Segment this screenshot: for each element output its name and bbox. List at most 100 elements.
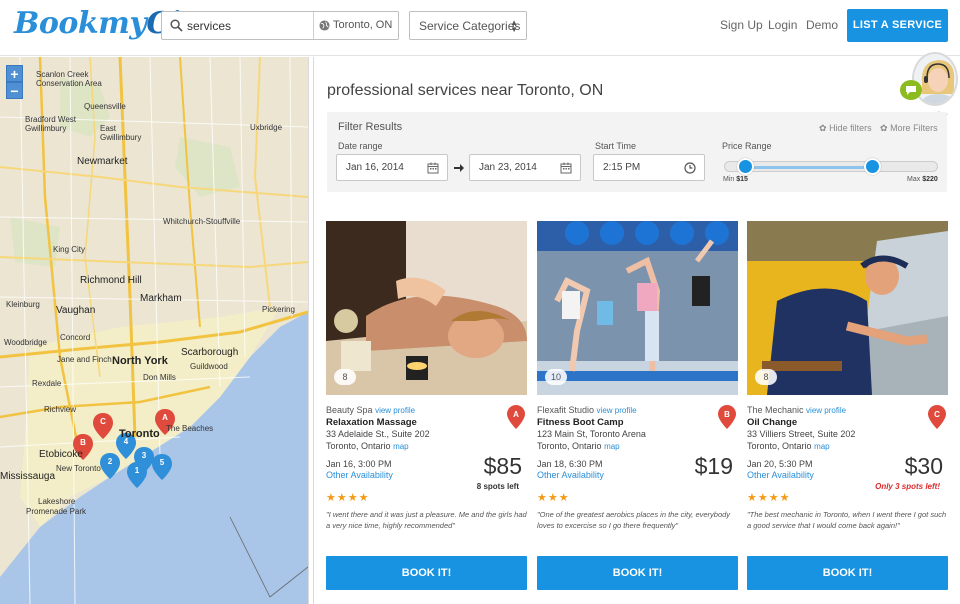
date-from-input[interactable]: Jan 16, 2014 [336,154,448,181]
rating-stars: ★★★★ [326,492,370,504]
rating-stars: ★★★★ [747,492,791,504]
service-price: $85 [483,453,522,479]
other-availability-link[interactable]: Other Availability [747,470,814,480]
date-to-input[interactable]: Jan 23, 2014 [469,154,581,181]
map-label: Don Mills [143,373,176,382]
address-city: Toronto, Ontario [747,441,812,451]
map-label: Promenade Park [26,507,87,516]
start-time-input[interactable]: 2:15 PM [593,154,705,181]
map-label: Richview [44,405,77,414]
map-pin-2[interactable]: 2 [100,453,120,479]
login-link[interactable]: Login [768,18,797,32]
other-availability-link[interactable]: Other Availability [326,470,393,480]
map-label: Richmond Hill [80,275,142,286]
sign-up-link[interactable]: Sign Up [720,18,763,32]
address-line-1: 33 Adelaide St., Suite 202 [326,429,430,439]
map-marker-letter: A [513,410,519,419]
map-label: Newmarket [77,156,128,167]
map-marker-letter: C [934,410,940,419]
price-min-handle[interactable] [737,158,754,175]
map-pin-c[interactable]: C [93,413,113,439]
start-time-value: 2:15 PM [603,162,641,173]
map-label: Scanlon Creek Conservation Area [36,70,102,88]
search-input[interactable] [187,16,307,36]
service-name[interactable]: Relaxation Massage [326,417,417,428]
other-availability-link[interactable]: Other Availability [537,470,604,480]
map-pin-1[interactable]: 1 [127,462,147,488]
map-marker-icon[interactable]: B [718,405,736,429]
view-profile-link[interactable]: view profile [806,406,846,415]
location-input[interactable]: Toronto, ON [333,19,392,31]
clock-icon [684,162,696,174]
search-divider [313,12,314,39]
more-filters-link[interactable]: ✿ More Filters [880,123,938,134]
price-max-caption: Max [907,176,921,183]
review-text: "One of the greatest aerobics places in … [537,510,731,530]
book-it-button[interactable]: BOOK IT! [537,556,738,590]
map-pin-a[interactable]: A [155,409,175,435]
map-link[interactable]: map [393,442,409,451]
start-time-label: Start Time [595,141,637,151]
map-link[interactable]: map [814,442,830,451]
address-city: Toronto, Ontario [537,441,602,451]
map-pin-5[interactable]: 5 [152,454,172,480]
list-a-service-button[interactable]: LIST A SERVICE [847,9,948,42]
address-line-2: Toronto, Ontario map [747,441,830,451]
address-line-1: 123 Main St, Toronto Arena [537,429,646,439]
service-name[interactable]: Fitness Boot Camp [537,417,624,428]
map-label: Concord [60,333,91,342]
price-range-slider[interactable] [724,161,938,172]
arrow-right-icon [454,164,464,172]
map-label: East Gwillimbury [100,124,142,142]
service-date: Jan 18, 6:30 PM [537,459,603,469]
service-photo[interactable]: 10 [537,221,738,395]
map-label: New Toronto [56,464,101,473]
view-profile-link[interactable]: view profile [375,406,415,415]
category-select[interactable]: Service Categories ▲ ▼ [409,11,527,40]
map-marker-icon[interactable]: A [507,405,525,429]
globe-icon [319,20,330,31]
provider-name: Flexafit Studio view profile [537,405,637,415]
book-it-button[interactable]: BOOK IT! [326,556,527,590]
service-photo[interactable]: 8 [747,221,948,395]
map-link[interactable]: map [604,442,620,451]
filter-title: Filter Results [338,121,403,133]
zoom-in-button[interactable]: + [6,65,23,82]
map-marker-icon[interactable]: C [928,405,946,429]
address-line-1: 33 Villiers Street, Suite 202 [747,429,856,439]
address-line-2: Toronto, Ontario map [326,441,409,451]
book-it-button[interactable]: BOOK IT! [747,556,948,590]
price-min-value: $15 [736,176,748,183]
provider-label: Beauty Spa [326,405,373,415]
service-card: 8 The Mechanic view profile Oil Change 3… [747,221,948,604]
map-panel[interactable]: + − Scanlon Creek Conservation Area Quee… [0,57,308,604]
demo-link[interactable]: Demo [806,18,838,32]
zoom-out-button[interactable]: − [6,82,23,99]
service-price: $19 [694,453,733,479]
hide-filters-link[interactable]: ✿ Hide filters [819,123,872,134]
map-label: Kleinburg [6,300,40,309]
logo-text-1: Bookmy [14,6,147,41]
map-label: Guildwood [190,362,228,371]
date-from-value: Jan 16, 2014 [346,162,404,173]
price-max-label: Max $220 [907,176,938,183]
calendar-icon [427,162,439,174]
map-label: Woodbridge [4,338,47,347]
provider-name: Beauty Spa view profile [326,405,415,415]
map-splitter[interactable] [308,57,314,604]
price-max-handle[interactable] [864,158,881,175]
map-label: North York [112,355,168,367]
service-photo[interactable]: 8 [326,221,527,395]
gear-icon: ✿ [819,123,827,133]
view-profile-link[interactable]: view profile [597,406,637,415]
map-label: Mississauga [0,471,56,482]
price-min-label: Min $15 [723,176,748,183]
map-background [0,57,308,604]
spots-left: 8 spots left [476,482,519,491]
map-pin-b[interactable]: B [73,434,93,460]
address-line-2: Toronto, Ontario map [537,441,620,451]
map-label: Vaughan [56,305,96,316]
service-name[interactable]: Oil Change [747,417,797,428]
address-city: Toronto, Ontario [326,441,391,451]
chat-icon[interactable] [900,80,922,100]
